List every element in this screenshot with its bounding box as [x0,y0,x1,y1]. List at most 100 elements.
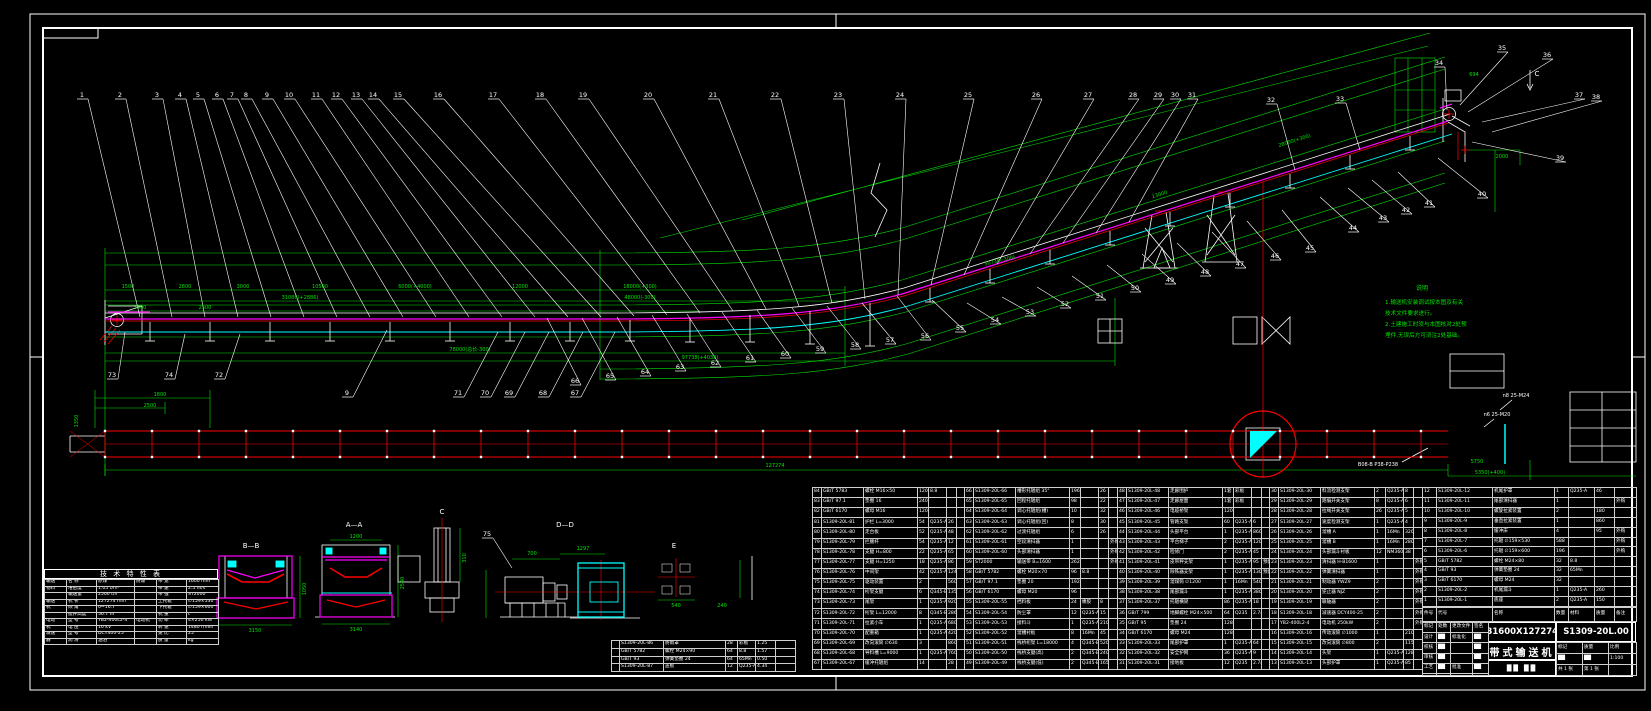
table-cell: 42 [918,568,929,578]
balloon-19: 19 [579,91,587,99]
table-cell: 69 [813,639,822,649]
leader-line [997,99,1094,264]
table-cell: 120 [918,488,929,498]
table-cell: 输送带 B=1600 [1016,558,1070,568]
table-cell: 196 [1555,547,1569,557]
table-cell [929,578,947,588]
table-cell: Q235-A [738,664,756,672]
table-cell: 中间架 [864,568,918,578]
table-cell: 83 [813,498,822,508]
dim-label: 540 [671,603,681,609]
title-blob-strip: ██ ██ [1488,660,1556,676]
table-cell: 8.8 [738,648,756,656]
table-cell: 4.34 [756,664,776,672]
table-cell: GB/T 6170 [1437,577,1493,587]
plan-node [339,430,341,432]
table-cell: Q235-A [1234,639,1252,649]
leader-line [547,318,581,385]
takeup-box [1233,317,1257,344]
table-cell [1595,537,1615,547]
table-cell: S1309-20L-72 [822,609,864,619]
table-cell: 32 [1099,508,1109,518]
table-cell: S1309-20L-60 [974,548,1016,558]
leader-line [1460,52,1508,105]
note-line: 1.输送机安装调试按本图及有关 [1385,298,1463,306]
table-cell: 3 [918,639,929,649]
table-cell [1099,589,1109,599]
table-cell: 质量 [1595,608,1615,622]
bom-header: 件号代号名称数量材料质量备注 [1422,607,1637,622]
table-cell: 传动滚筒 ∅1000 [1321,629,1375,639]
table-cell: 44 [1118,528,1127,538]
leader-line [719,99,799,306]
table-cell: 尾部清扫器 [1493,497,1555,507]
table-cell: 批准 [1451,663,1473,673]
table-cell: 溜煤筒 ∅1200 [1169,578,1223,588]
table-cell [135,638,157,645]
table-cell: 调心托辊组(槽) [1016,508,1070,518]
table-cell: 电缆桥架 [1169,508,1223,518]
table-cell: S1309-20L-70 [822,629,864,639]
table-cell: 71 [813,619,822,629]
table-cell: GB/T 5782 [974,568,1016,578]
balloon-44: 44 [1349,224,1357,232]
table-cell: Q235-A [1234,599,1252,609]
table-cell: Q345-B [929,589,947,599]
balloon-14: 14 [369,91,377,99]
table-cell [1595,577,1615,587]
table-cell: 48 [1118,488,1127,498]
leader-line [931,99,974,285]
table-cell: 41 [1118,558,1127,568]
table-cell: 16Mn [1386,538,1404,548]
leader-line [582,318,616,380]
balloon-63: 63 [676,363,684,371]
plan-node [1373,430,1375,432]
table-cell [1615,577,1637,587]
table-cell: 14 [1270,649,1279,659]
table-cell [1404,609,1414,619]
plan-node [574,456,576,458]
leader-line [1482,99,1585,122]
table-cell [947,508,957,518]
table-cell: 头部清扫器 [1016,548,1070,558]
table-cell: 29 [1270,498,1279,508]
table-cell: 垫圈 16 [864,498,918,508]
table-cell: 拉绳开关支架 [1321,508,1375,518]
table-cell [1234,619,1252,629]
gearbox [505,577,543,603]
plan-node [1373,456,1375,458]
table-cell: 32 [1555,567,1569,577]
table-cell: 头部漏斗衬板 [1321,548,1375,558]
balloon-40: 40 [1478,190,1486,198]
table-cell: 8.8 [929,488,947,498]
table-cell: 57 [965,578,974,588]
balloon-3: 3 [155,91,159,99]
table-cell: 30 [1099,518,1109,528]
break-line [871,163,887,237]
table-cell: 26 [1099,488,1109,498]
table-cell: 61 [965,538,974,548]
table-cell: 64 [1252,639,1262,649]
table-cell: 1:100 [1609,654,1637,665]
table-cell [1081,578,1099,588]
table-cell: 螺栓 M24×90 [664,648,726,656]
table-cell: 56 [965,589,974,599]
balloon-53: 53 [1026,308,1034,316]
table-cell: 58 [965,568,974,578]
table-cell: 逆止器 NJZ [1321,589,1375,599]
tech-table-title: 技 术 特 性 表 [44,569,218,579]
balloon-18: 18 [536,91,544,99]
table-cell: Q235-A [1569,596,1595,606]
table-cell: 托辊横梁 [1169,599,1223,609]
table-cell: 19 [1270,599,1279,609]
plan-node [292,430,294,432]
table-cell: 检修门 [1169,548,1223,558]
table-cell: S1309-20L-79 [822,538,864,548]
table-cell: ██ [1473,663,1489,673]
table-cell: 32 [1555,577,1569,587]
bom-strip-3: 48S1309-20L-48走廊围护1套彩板47S1309-20L-47走廊屋面… [1117,487,1270,670]
table-cell: 16 [1270,629,1279,639]
table-cell: 4 [1555,527,1569,537]
table-cell: 清扫器 H-B1600 [1321,558,1375,568]
table-cell: 外购 [1615,547,1637,557]
